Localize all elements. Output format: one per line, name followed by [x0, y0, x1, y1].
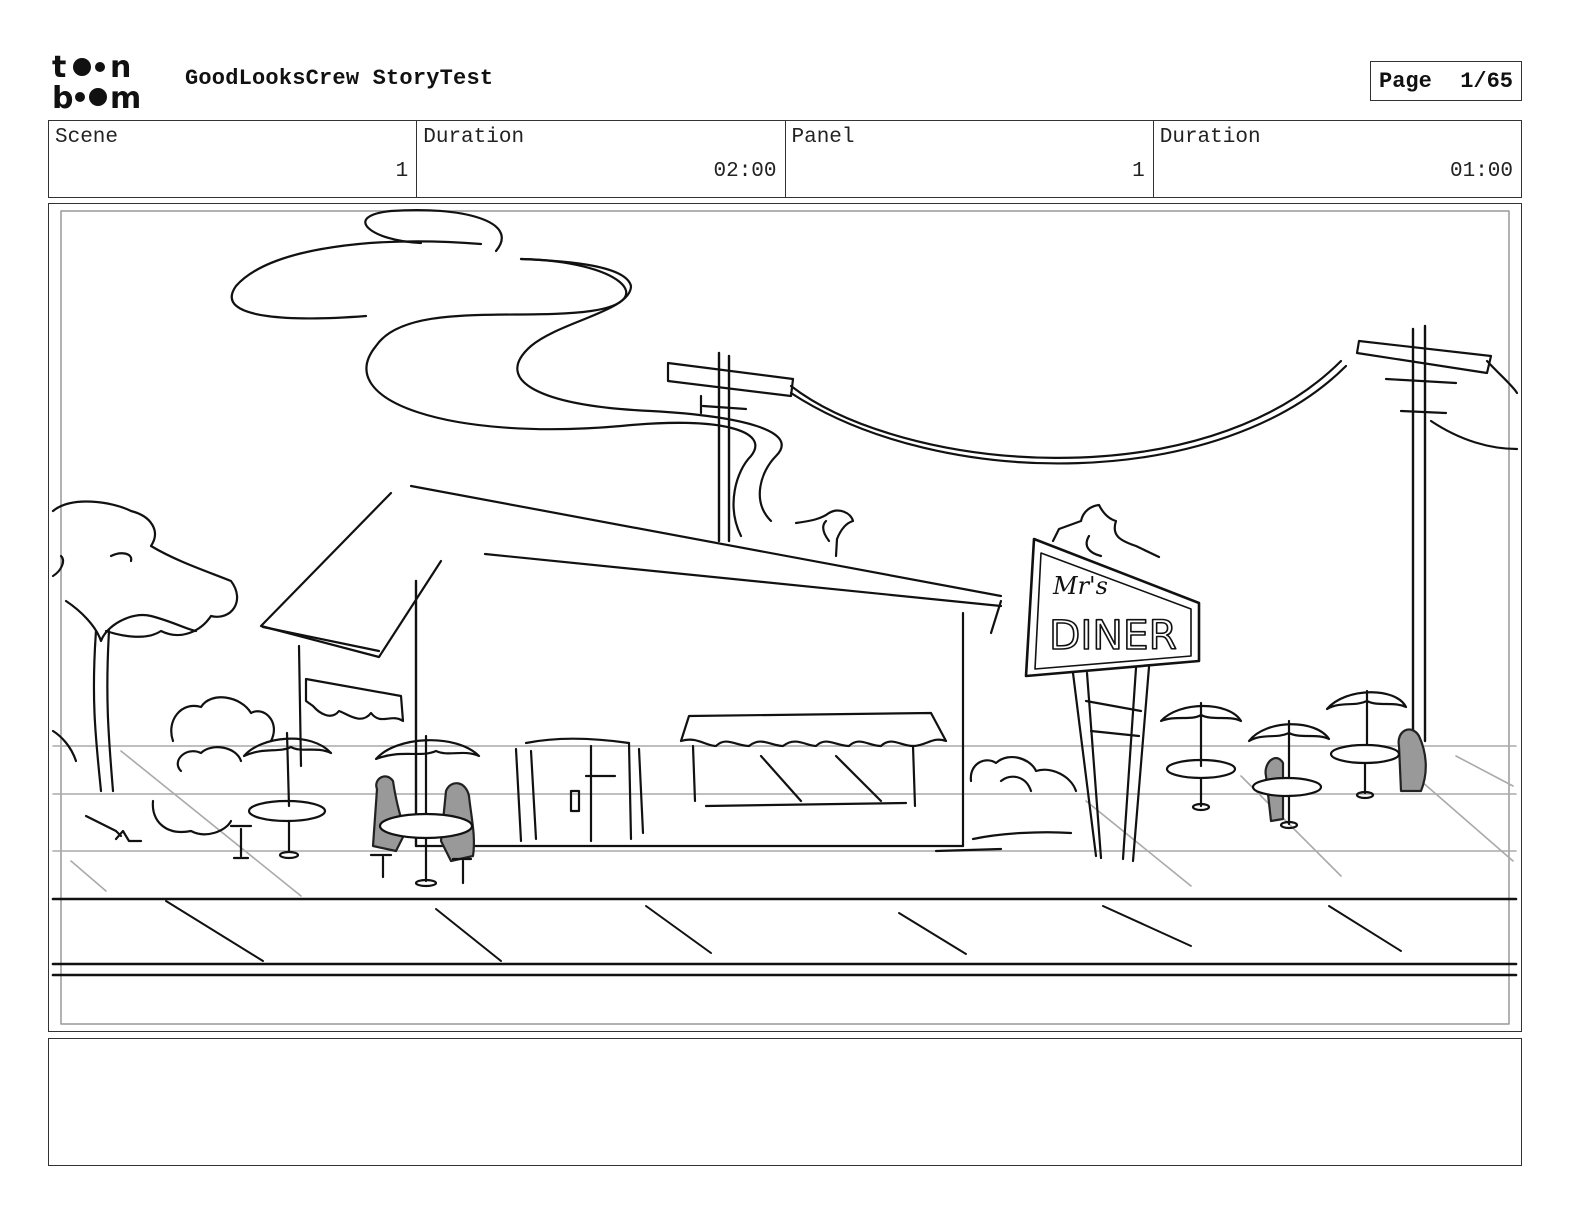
storyboard-panel: Mr's DINER	[48, 203, 1522, 1032]
toon-boom-logo-icon: t n b m	[52, 50, 141, 112]
scene-duration-value: 02:00	[713, 160, 777, 183]
cardinal-bird	[1051, 503, 1161, 559]
page-indicator: Page 1/65	[1370, 61, 1522, 101]
patio-table-4	[1247, 719, 1331, 830]
sign-text-small: Mr's	[1052, 572, 1108, 600]
panel-cell: Panel 1	[786, 121, 1154, 197]
patio-table-5	[1325, 689, 1427, 800]
patio-table-1	[229, 731, 333, 860]
bird-roof	[794, 509, 855, 558]
scene-label: Scene	[55, 126, 119, 149]
scene-duration-cell: Duration 02:00	[417, 121, 786, 197]
scene-value: 1	[395, 160, 409, 183]
patio-table-2	[369, 734, 481, 888]
svg-text:m: m	[110, 81, 141, 112]
panel-duration-label: Duration	[1159, 126, 1261, 149]
scene-info-bar: Scene 1 Duration 02:00 Panel 1 Duration …	[48, 120, 1522, 198]
page-number: 1/65	[1460, 68, 1513, 94]
panel-value: 1	[1132, 160, 1145, 183]
scene-cell: Scene 1	[49, 121, 418, 197]
panel-label: Panel	[791, 126, 855, 149]
project-title: GoodLooksCrew StoryTest	[185, 66, 494, 91]
svg-text:n: n	[110, 50, 131, 85]
panel-duration-value: 01:00	[1449, 160, 1513, 183]
scene-duration-label: Duration	[423, 126, 525, 149]
svg-text:t: t	[52, 50, 66, 85]
sign-text-diner: DINER	[1049, 613, 1177, 659]
safe-frame	[60, 210, 1510, 1025]
svg-text:b: b	[52, 81, 73, 112]
diner-sketch-drawing: Mr's DINER	[51, 208, 1519, 1025]
page-label: Page	[1379, 68, 1432, 94]
panel-notes-box	[48, 1038, 1522, 1166]
panel-duration-cell: Duration 01:00	[1154, 121, 1521, 197]
